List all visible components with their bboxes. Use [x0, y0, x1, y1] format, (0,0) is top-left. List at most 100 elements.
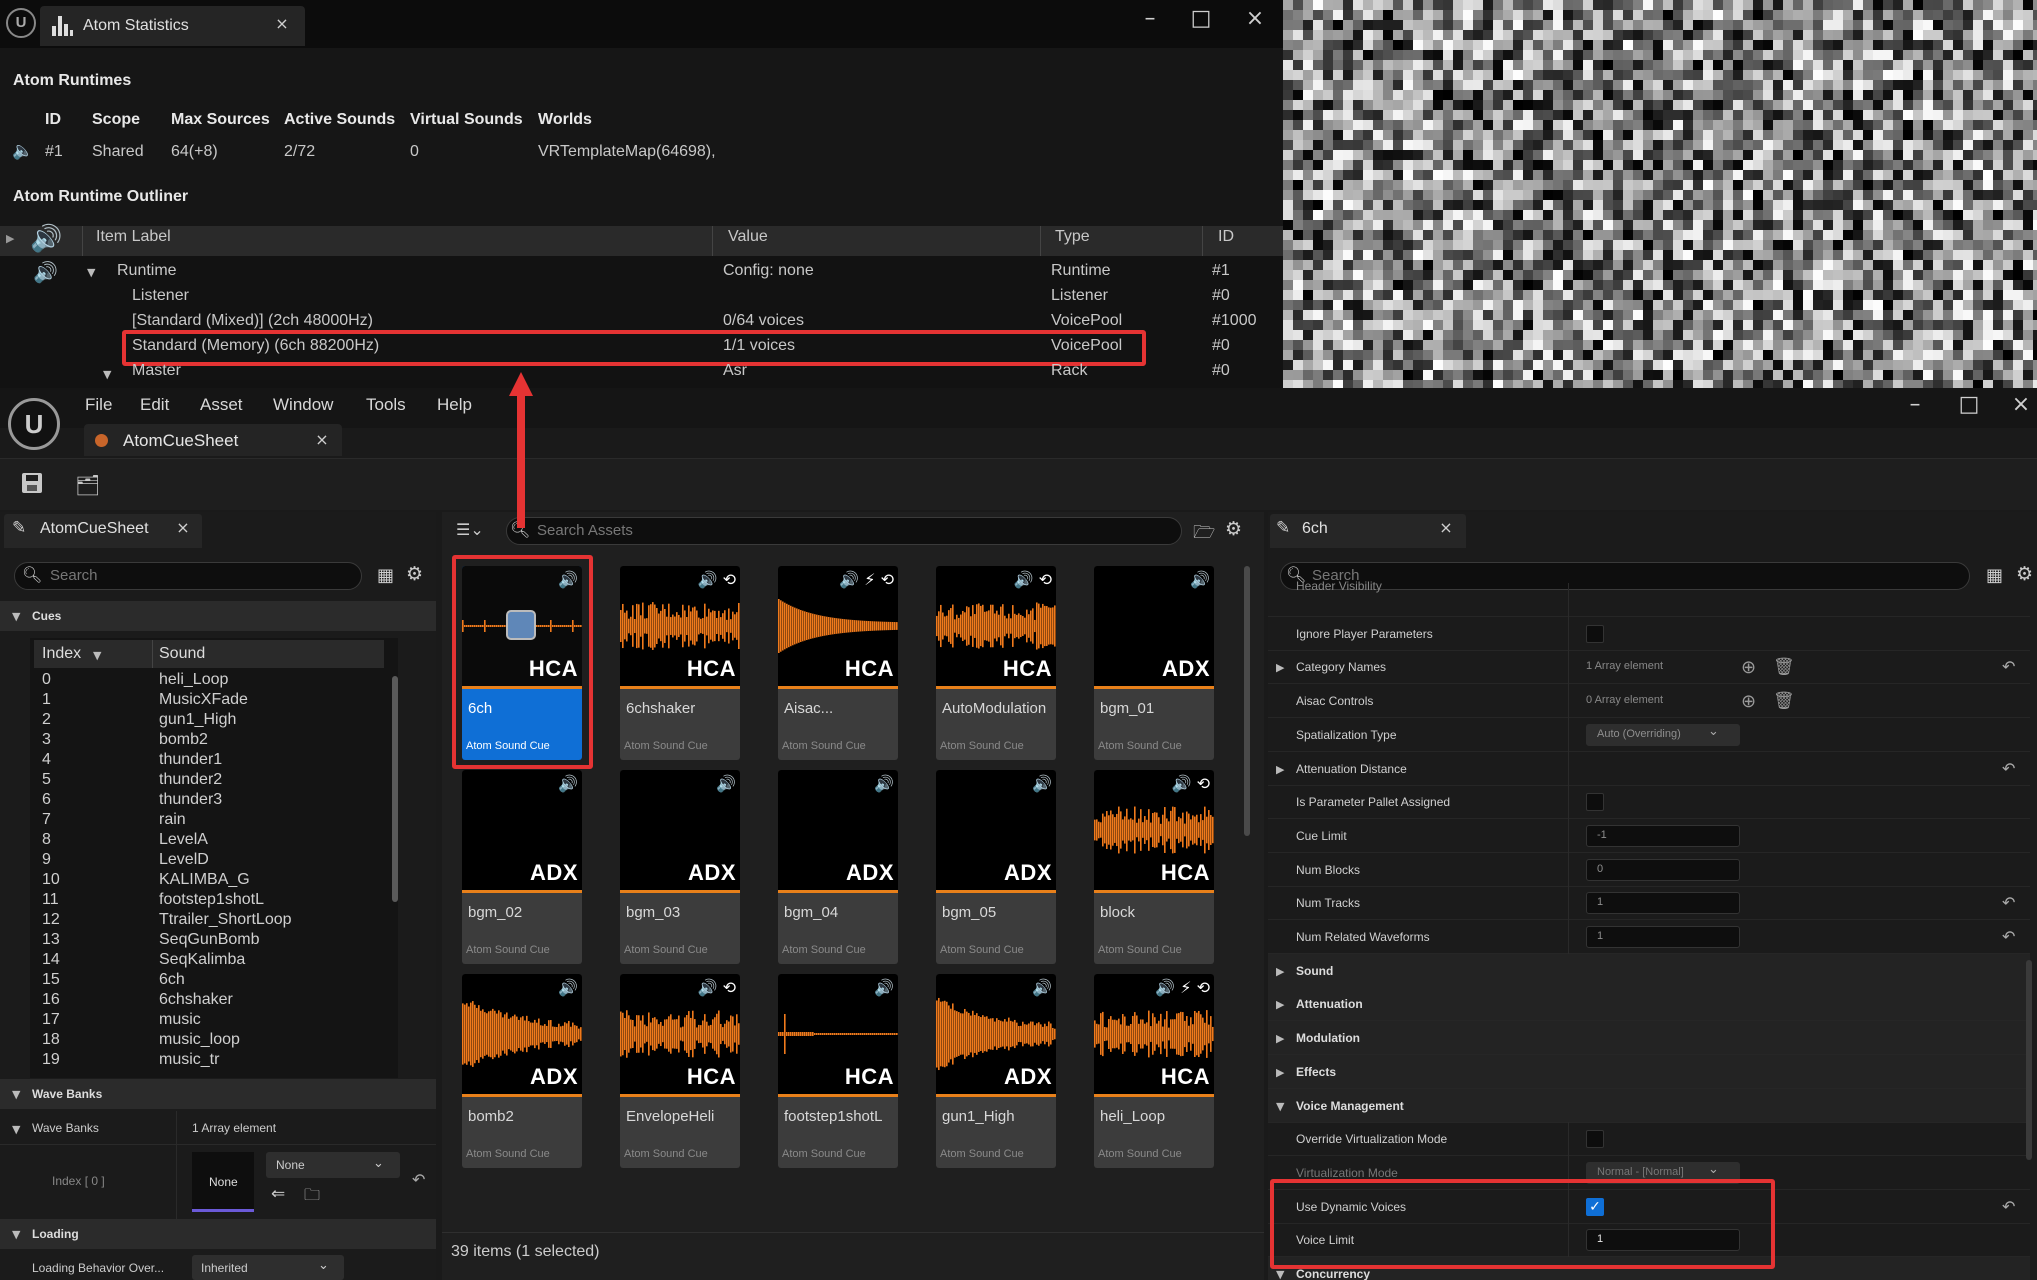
property-input[interactable]: 1 [1586, 892, 1740, 914]
cue-sound[interactable]: bomb2 [159, 731, 208, 751]
cue-sound[interactable]: MusicXFade [159, 691, 248, 711]
expand-arrow-icon[interactable]: ▶ [6, 232, 14, 245]
save-icon[interactable] [22, 473, 42, 493]
collapse-arrow-icon[interactable]: ▼ [12, 610, 20, 623]
property-row[interactable] [1268, 1055, 2030, 1089]
minimize-icon[interactable]: – [1135, 6, 1165, 31]
property-row[interactable] [1268, 583, 2030, 617]
reset-arrow-icon[interactable]: ↶ [412, 1170, 425, 1189]
add-element-icon[interactable]: ⊕ [1741, 691, 1756, 712]
filter-icon[interactable]: ☰⌄ [456, 520, 484, 539]
outliner-row-label[interactable]: Runtime [117, 262, 177, 280]
browse-asset-icon[interactable]: 🗀 [304, 1184, 320, 1211]
cue-sound[interactable]: music_loop [159, 1031, 240, 1051]
cue-index[interactable]: 3 [42, 731, 51, 751]
details-tab-close-icon[interactable]: × [1431, 518, 1461, 537]
asset-tile[interactable]: 🔊 ADX bgm_01 Atom Sound Cue [1094, 566, 1214, 760]
cue-index[interactable]: 13 [42, 931, 60, 951]
cue-sound[interactable]: thunder1 [159, 751, 222, 771]
reset-arrow-icon[interactable]: ↶ [2002, 759, 2015, 778]
cue-sound[interactable]: heli_Loop [159, 671, 228, 691]
menu-file[interactable]: File [85, 395, 112, 415]
cue-sound[interactable]: 6ch [159, 971, 185, 991]
reset-arrow-icon[interactable]: ↶ [2002, 1197, 2015, 1216]
table-view-icon[interactable]: ▦ [377, 565, 394, 586]
cue-sound[interactable]: thunder3 [159, 791, 222, 811]
menu-tools[interactable]: Tools [366, 395, 406, 415]
asset-tile[interactable]: 🔊 ⟲ HCA EnvelopeHeli Atom Sound Cue [620, 974, 740, 1168]
cue-sound[interactable]: 6chshaker [159, 991, 233, 1011]
cue-sound[interactable]: gun1_High [159, 711, 236, 731]
minimize-icon[interactable]: – [1900, 392, 1930, 417]
property-checkbox[interactable] [1586, 1130, 1604, 1148]
close-window-icon[interactable]: × [1240, 6, 1270, 31]
cue-index[interactable]: 14 [42, 951, 60, 971]
property-checkbox[interactable] [1586, 625, 1604, 643]
outliner-row-label[interactable]: Listener [132, 287, 189, 305]
folder-icon[interactable]: 🗁 [1193, 520, 1215, 550]
cue-sound[interactable]: rain [159, 811, 186, 831]
close-window-icon[interactable]: × [2006, 392, 2036, 417]
asset-tile[interactable]: 🔊 ADX bomb2 Atom Sound Cue [462, 974, 582, 1168]
menu-asset[interactable]: Asset [200, 395, 243, 415]
asset-tile[interactable]: 🔊 ADX gun1_High Atom Sound Cue [936, 974, 1056, 1168]
panel-tab-close-icon[interactable]: × [168, 518, 198, 537]
cue-sound[interactable]: Ttrailer_ShortLoop [159, 911, 292, 931]
use-selected-icon[interactable]: ⇐ [271, 1184, 285, 1204]
cue-sound[interactable]: KALIMBA_G [159, 871, 250, 891]
scrollbar[interactable] [2026, 960, 2032, 1160]
collapse-arrow-icon[interactable]: ▼ [1276, 1100, 1284, 1113]
menu-edit[interactable]: Edit [140, 395, 169, 415]
property-row[interactable] [1268, 954, 2030, 988]
cue-sound[interactable]: LevelA [159, 831, 208, 851]
reset-arrow-icon[interactable]: ↶ [2002, 893, 2015, 912]
speaker-icon[interactable]: 🔈 [12, 141, 33, 161]
cue-sound[interactable]: music [159, 1011, 201, 1031]
cue-index[interactable]: 8 [42, 831, 51, 851]
cue-index[interactable]: 0 [42, 671, 51, 691]
reset-arrow-icon[interactable]: ↶ [2002, 657, 2015, 676]
asset-tile[interactable]: 🔊 ⚡ ⟲ HCA Aisac... Atom Sound Cue [778, 566, 898, 760]
property-input[interactable]: 1 [1586, 926, 1740, 948]
asset-tile[interactable]: 🔊 ADX bgm_02 Atom Sound Cue [462, 770, 582, 964]
asset-tile[interactable]: 🔊 ⚡ ⟲ HCA heli_Loop Atom Sound Cue [1094, 974, 1214, 1168]
browse-folder-icon[interactable]: 🗂 [75, 473, 100, 497]
expand-arrow-icon[interactable]: ▶ [1276, 1066, 1284, 1079]
speaker-large-icon[interactable]: 🔊 [30, 224, 62, 254]
property-input[interactable]: -1 [1586, 825, 1740, 847]
collapse-arrow-icon[interactable]: ▼ [12, 1123, 20, 1136]
asset-tile[interactable]: 🔊 ADX bgm_05 Atom Sound Cue [936, 770, 1056, 964]
cue-sound[interactable]: LevelD [159, 851, 209, 871]
outliner-row-label[interactable]: Master [132, 362, 181, 380]
scrollbar[interactable] [1244, 566, 1250, 836]
cue-index[interactable]: 15 [42, 971, 60, 991]
expand-arrow-icon[interactable]: ▶ [1276, 763, 1284, 776]
settings-gear-icon[interactable]: ⚙ [406, 563, 423, 585]
col-sound-header[interactable]: Sound [159, 645, 205, 663]
property-row[interactable] [1268, 987, 2030, 1021]
maximize-icon[interactable]: □ [1954, 392, 1984, 417]
cue-index[interactable]: 7 [42, 811, 51, 831]
cue-index[interactable]: 6 [42, 791, 51, 811]
cues-section-header[interactable] [0, 601, 436, 631]
cue-index[interactable]: 18 [42, 1031, 60, 1051]
cue-index[interactable]: 9 [42, 851, 51, 871]
expand-arrow-icon[interactable]: ▶ [1276, 998, 1284, 1011]
cue-index[interactable]: 4 [42, 751, 51, 771]
property-input[interactable]: 0 [1586, 859, 1740, 881]
collapse-arrow-icon[interactable]: ▼ [87, 266, 95, 279]
expand-arrow-icon[interactable]: ▶ [1276, 1032, 1284, 1045]
cue-sound[interactable]: footstep1shotL [159, 891, 264, 911]
property-checkbox[interactable] [1586, 793, 1604, 811]
cue-sound[interactable]: thunder2 [159, 771, 222, 791]
speaker-icon[interactable]: 🔊 [33, 260, 58, 284]
collapse-arrow-icon[interactable]: ▼ [12, 1228, 20, 1241]
asset-tile[interactable]: 🔊 HCA footstep1shotL Atom Sound Cue [778, 974, 898, 1168]
expand-arrow-icon[interactable]: ▶ [1276, 965, 1284, 978]
trash-icon[interactable]: 🗑 [1773, 691, 1795, 711]
settings-gear-icon[interactable]: ⚙ [2016, 563, 2033, 585]
asset-tile[interactable]: 🔊 ⟲ HCA block Atom Sound Cue [1094, 770, 1214, 964]
cue-sound[interactable]: music_tr [159, 1051, 219, 1071]
collapse-arrow-icon[interactable]: ▼ [1276, 1268, 1284, 1280]
expand-arrow-icon[interactable]: ▶ [1276, 661, 1284, 674]
